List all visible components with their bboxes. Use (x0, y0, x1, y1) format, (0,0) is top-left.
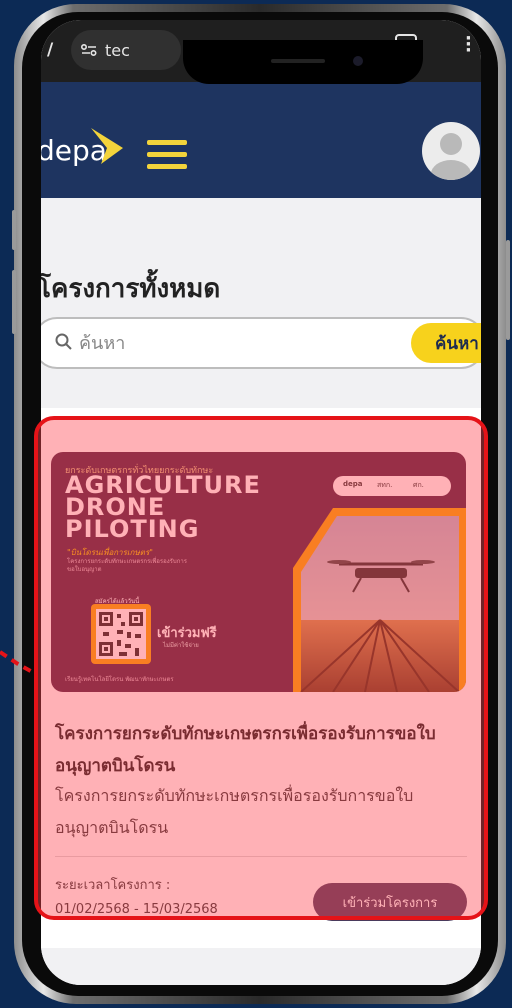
search-input[interactable] (77, 327, 381, 359)
browser-back-icon[interactable]: / (47, 40, 53, 60)
search-bar: ค้นหา (41, 317, 481, 369)
user-avatar-icon[interactable] (422, 122, 480, 180)
site-header: depa (41, 82, 481, 198)
search-icon (55, 333, 72, 350)
phone-side-button (12, 270, 16, 334)
address-text[interactable]: tec (105, 41, 130, 60)
phone-side-button (12, 210, 16, 250)
address-bar[interactable]: tec (71, 30, 181, 70)
phone-camera (353, 56, 363, 66)
phone-side-button (506, 240, 510, 340)
phone-speaker (271, 59, 325, 63)
annotation-callout-line (0, 650, 37, 676)
annotation-highlight-box (34, 416, 488, 920)
page-title: โครงการทั้งหมด (41, 274, 221, 304)
tune-icon[interactable] (81, 44, 97, 56)
phone-notch (183, 40, 423, 84)
depa-arrow-logo (91, 128, 123, 164)
more-vert-icon[interactable]: · · · (465, 30, 472, 60)
search-button[interactable]: ค้นหา (411, 323, 481, 363)
hamburger-icon[interactable] (147, 140, 187, 170)
